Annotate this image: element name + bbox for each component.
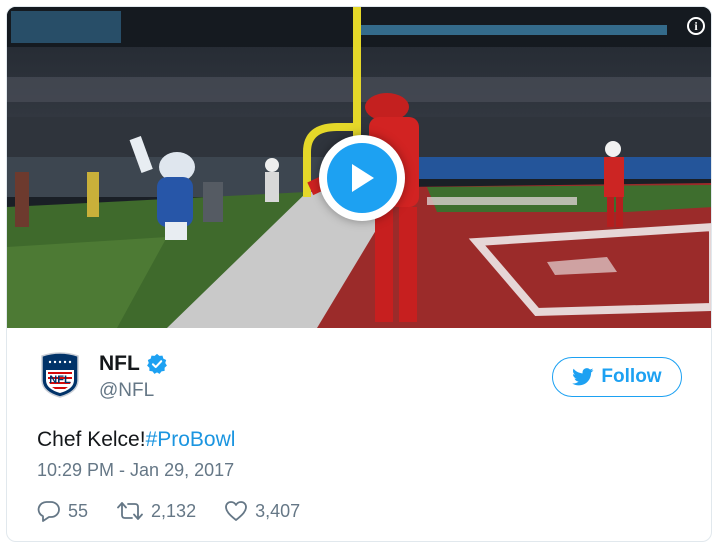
tweet-body: Chef Kelce! (37, 428, 146, 451)
follow-button[interactable]: Follow (552, 357, 682, 397)
video-player[interactable]: i (7, 7, 711, 328)
play-button[interactable] (319, 135, 405, 221)
tweet-timestamp[interactable]: 10:29 PM - Jan 29, 2017 (37, 460, 234, 481)
info-icon[interactable]: i (687, 17, 705, 35)
retweet-icon (117, 502, 143, 520)
retweet-action[interactable]: 2,132 (116, 499, 196, 523)
nfl-logo-text: NFL (49, 374, 71, 386)
play-icon (327, 143, 397, 213)
embedded-tweet-card: i NFL NFL @NFL Follow Chef Kelce!#ProBow… (6, 6, 712, 542)
hashtag-link[interactable]: #ProBowl (146, 428, 236, 451)
reply-count: 55 (68, 500, 89, 521)
follow-button-label: Follow (601, 366, 662, 387)
retweet-count: 2,132 (151, 500, 197, 521)
verified-badge-icon (146, 353, 167, 374)
like-count: 3,407 (255, 500, 301, 521)
tweet-text: Chef Kelce!#ProBowl (37, 428, 235, 452)
like-action[interactable]: 3,407 (224, 499, 300, 523)
heart-icon (225, 501, 247, 521)
author-name-row[interactable]: NFL (99, 352, 168, 376)
avatar[interactable]: NFL (40, 350, 80, 398)
nfl-shield-logo-icon: NFL (41, 352, 79, 398)
reply-action[interactable]: 55 (37, 499, 88, 523)
author-display-name[interactable]: NFL (99, 352, 140, 376)
tweet-header: NFL NFL @NFL Follow (7, 328, 711, 408)
reply-icon (37, 501, 60, 522)
author-handle[interactable]: @NFL (99, 380, 154, 402)
twitter-bird-icon (572, 368, 594, 386)
tweet-actions: 55 2,132 3,407 (37, 499, 328, 523)
